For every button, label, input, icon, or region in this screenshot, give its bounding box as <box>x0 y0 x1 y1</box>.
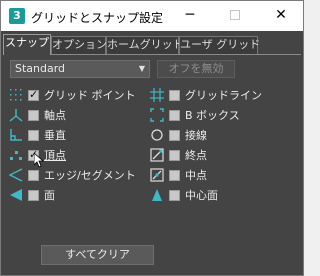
tab-user-grids[interactable]: ユーザ グリッド <box>179 36 260 54</box>
grid-lines-icon <box>150 88 164 102</box>
edge-segment-label: エッジ/セグメント <box>44 169 136 182</box>
face-icon <box>10 189 22 201</box>
face-checkbox[interactable] <box>28 190 39 201</box>
snap-option-perpendicular[interactable]: 垂直 <box>9 128 149 144</box>
center-face-label: 中心面 <box>185 189 218 202</box>
tab-snaps[interactable]: スナップ <box>3 34 51 55</box>
edge-segment-checkbox[interactable] <box>28 170 39 181</box>
app-logo-icon: 3 <box>9 8 25 24</box>
snap-preset-dropdown[interactable]: Standard ▼ <box>10 60 150 78</box>
snap-option-pivot[interactable]: 軸点 <box>9 108 149 124</box>
grid-points-label: グリッド ポイント <box>44 89 136 102</box>
override-off-button[interactable]: オフを無効 <box>157 60 235 78</box>
clear-all-button[interactable]: すべてクリア <box>41 245 154 265</box>
maximize-button[interactable] <box>213 1 257 31</box>
midpoint-icon <box>150 168 164 182</box>
perpendicular-label: 垂直 <box>44 129 66 142</box>
snap-option-face[interactable]: 面 <box>9 188 149 204</box>
perpendicular-icon <box>10 129 22 141</box>
chevron-down-icon: ▼ <box>138 64 145 73</box>
endpoint-icon <box>150 148 164 162</box>
close-button[interactable]: ✕ <box>259 1 303 31</box>
maximize-icon <box>230 10 240 20</box>
snap-option-endpoint[interactable]: 終点 <box>150 148 290 164</box>
endpoint-label: 終点 <box>185 149 207 162</box>
window-title: グリッドとスナップ設定 <box>31 11 164 25</box>
center-face-icon <box>152 189 162 201</box>
tab-options[interactable]: オプション <box>51 36 107 54</box>
center-face-checkbox[interactable] <box>169 190 180 201</box>
title-bar[interactable]: 3 グリッドとスナップ設定 ─ ✕ <box>1 1 303 31</box>
minimize-button[interactable]: ─ <box>168 1 212 31</box>
grid-points-icon <box>10 89 22 101</box>
snap-option-center-face[interactable]: 中心面 <box>150 188 290 204</box>
vertex-label: 頂点 <box>44 149 66 162</box>
pivot-label: 軸点 <box>44 109 66 122</box>
grid-snap-settings-window: 3 グリッドとスナップ設定 ─ ✕ スナップ オプション ホームグリッド ユーザ… <box>0 0 304 276</box>
pivot-checkbox[interactable] <box>28 110 39 121</box>
bounding-box-checkbox[interactable] <box>169 110 180 121</box>
perpendicular-checkbox[interactable] <box>28 130 39 141</box>
snap-option-midpoint[interactable]: 中点 <box>150 168 290 184</box>
endpoint-checkbox[interactable] <box>169 150 180 161</box>
tangent-icon <box>151 129 163 141</box>
face-label: 面 <box>44 189 55 202</box>
bounding-box-icon <box>150 108 164 122</box>
midpoint-checkbox[interactable] <box>169 170 180 181</box>
snap-option-edge-segment[interactable]: エッジ/セグメント <box>9 168 159 184</box>
snap-option-vertex[interactable]: 頂点 <box>9 148 149 164</box>
tangent-label: 接線 <box>185 129 207 142</box>
vertex-icon <box>10 151 22 160</box>
tangent-checkbox[interactable] <box>169 130 180 141</box>
midpoint-label: 中点 <box>185 169 207 182</box>
edge-segment-icon <box>9 168 23 182</box>
snap-option-bounding-box[interactable]: B ボックス <box>150 108 290 124</box>
mouse-cursor-icon <box>34 153 44 168</box>
grid-lines-checkbox[interactable] <box>169 90 180 101</box>
grid-points-checkbox[interactable] <box>28 88 39 101</box>
bounding-box-label: B ボックス <box>185 109 240 122</box>
snap-preset-value: Standard <box>15 62 66 75</box>
snap-option-tangent[interactable]: 接線 <box>150 128 290 144</box>
snap-option-grid-points[interactable]: グリッド ポイント <box>9 88 149 104</box>
snap-option-grid-lines[interactable]: グリッドライン <box>150 88 290 104</box>
grid-lines-label: グリッドライン <box>185 89 262 102</box>
tab-home-grid[interactable]: ホームグリッド <box>106 36 184 54</box>
pivot-icon <box>9 109 23 122</box>
